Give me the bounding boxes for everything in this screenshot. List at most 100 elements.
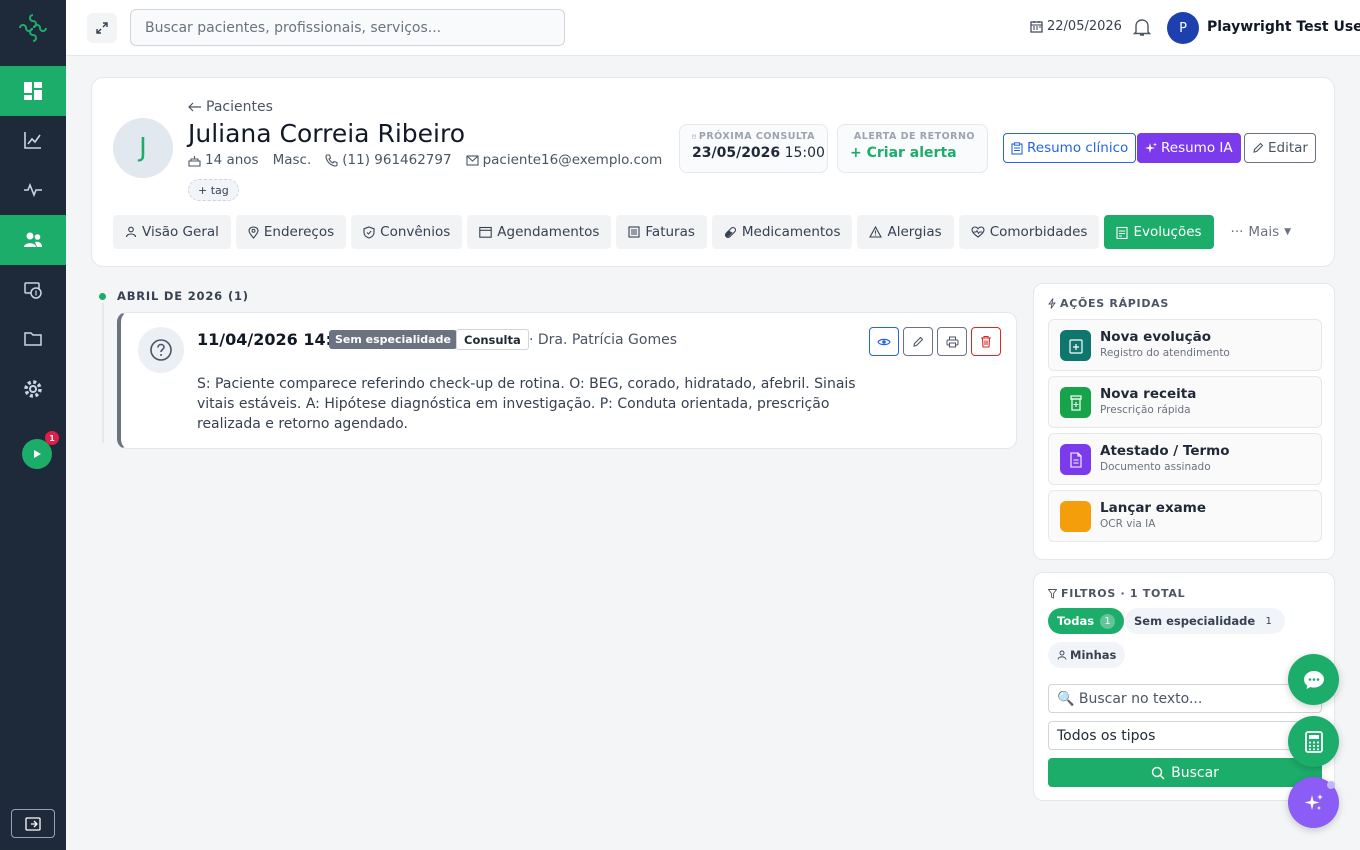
- view-entry-button[interactable]: [869, 327, 899, 356]
- edit-patient-button[interactable]: Editar: [1244, 133, 1316, 163]
- sidebar-item-activity[interactable]: [0, 165, 66, 215]
- quick-actions-title: AÇÕES RÁPIDAS: [1048, 297, 1169, 310]
- ellipsis-icon: ···: [1230, 224, 1244, 240]
- qa-subtitle: Documento assinado: [1100, 461, 1211, 473]
- type-select[interactable]: Todos os tipos: [1048, 721, 1322, 750]
- clinical-summary-button[interactable]: Resumo clínico: [1003, 133, 1137, 163]
- tab-visao-geral[interactable]: Visão Geral: [113, 215, 231, 249]
- notifications-button[interactable]: [1133, 17, 1151, 37]
- professional-name: · Dra. Patrícia Gomes: [529, 332, 678, 348]
- new-evolution-icon: [1060, 330, 1091, 361]
- gear-icon: [24, 380, 42, 398]
- sidebar-item-dashboard[interactable]: [0, 66, 66, 116]
- next-appt-label-row: PRÓXIMA CONSULTA: [692, 131, 815, 142]
- tab-comorbidades[interactable]: Comorbidades: [958, 215, 1100, 249]
- tab-label: Faturas: [645, 224, 695, 240]
- prescription-icon: [1060, 387, 1091, 418]
- tab-more[interactable]: ··· Mais ▼: [1219, 215, 1304, 249]
- envelope-icon: [466, 154, 479, 166]
- ai-assistant-fab[interactable]: [1288, 777, 1339, 828]
- sparkles-icon: [1145, 142, 1157, 153]
- print-entry-button[interactable]: [937, 327, 967, 356]
- document-icon: [1069, 451, 1082, 468]
- add-tag-button[interactable]: + tag: [188, 179, 239, 201]
- next-appointment-box[interactable]: PRÓXIMA CONSULTA 23/05/2026 15:00: [679, 124, 828, 173]
- collapse-sidebar-button[interactable]: [11, 809, 55, 838]
- sparkles-icon: [1304, 793, 1323, 810]
- age-text: 14 anos: [205, 152, 259, 168]
- delete-entry-button[interactable]: [971, 327, 1001, 356]
- patient-name: Juliana Correia Ribeiro: [188, 119, 465, 148]
- tab-agendamentos[interactable]: Agendamentos: [467, 215, 612, 249]
- type-badge: Consulta: [456, 329, 529, 350]
- pencil-icon: [1253, 142, 1264, 153]
- chip-label: Sem especialidade: [1134, 614, 1256, 628]
- calendar-icon: [479, 226, 493, 238]
- sidebar-item-finance[interactable]: [0, 265, 66, 315]
- email-text: paciente16@exemplo.com: [482, 152, 663, 168]
- bell-small-icon: [850, 136, 851, 137]
- qa-title: Lançar exame: [1100, 500, 1206, 516]
- month-header: ABRIL DE 2026 (1): [99, 289, 249, 303]
- tab-faturas[interactable]: Faturas: [616, 215, 707, 249]
- clinical-summary-label: Resumo clínico: [1027, 140, 1129, 156]
- exam-icon: [1060, 501, 1091, 532]
- users-icon: [24, 232, 42, 247]
- evolution-entry[interactable]: 11/04/2026 14:40 Sem especialidade Consu…: [117, 312, 1017, 449]
- pill-icon: [724, 226, 737, 239]
- certificate-action[interactable]: Atestado / Termo Documento assinado: [1048, 433, 1322, 485]
- search-button[interactable]: Buscar: [1048, 758, 1322, 787]
- filter-chip-no-specialty[interactable]: Sem especialidade 1: [1125, 608, 1286, 634]
- tab-label: Visão Geral: [142, 224, 219, 240]
- patient-meta: 14 anos Masc. (11) 961462797 paciente16@…: [188, 152, 676, 168]
- user-avatar[interactable]: P: [1167, 12, 1199, 44]
- sidebar-toggle-icon: [25, 816, 41, 831]
- chip-count: 1: [1100, 613, 1116, 629]
- printer-icon: [946, 336, 958, 347]
- sidebar-item-patients[interactable]: [0, 215, 66, 265]
- sidebar-item-folders[interactable]: [0, 314, 66, 364]
- pencil-icon: [913, 336, 924, 347]
- warning-icon: [869, 226, 883, 238]
- phone-text: (11) 961462797: [342, 152, 452, 168]
- fullscreen-button[interactable]: [87, 13, 117, 43]
- edit-label: Editar: [1268, 140, 1308, 156]
- pulse-icon: [24, 182, 42, 198]
- app-logo[interactable]: [0, 0, 66, 56]
- tab-enderecos[interactable]: Endereços: [235, 215, 347, 249]
- return-alert-label-row: ALERTA DE RETORNO: [850, 131, 975, 142]
- certificate-icon: [1060, 444, 1091, 475]
- return-alert-box: ALERTA DE RETORNO + Criar alerta: [837, 124, 988, 173]
- chat-fab[interactable]: [1288, 654, 1339, 705]
- filter-chip-all[interactable]: Todas 1: [1048, 608, 1125, 634]
- tab-evolucoes[interactable]: Evoluções: [1104, 215, 1214, 249]
- sidebar-item-settings[interactable]: [0, 364, 66, 414]
- sidebar-item-analytics[interactable]: [0, 115, 66, 165]
- launch-exam-action[interactable]: Lançar exame OCR via IA: [1048, 490, 1322, 542]
- patient-phone: (11) 961462797: [325, 152, 452, 168]
- calculator-fab[interactable]: [1288, 716, 1339, 767]
- tab-alergias[interactable]: Alergias: [857, 215, 954, 249]
- user-name[interactable]: Playwright Test User: [1207, 19, 1360, 35]
- global-search-input[interactable]: [130, 9, 565, 46]
- text-search-input[interactable]: [1048, 684, 1322, 713]
- current-date: 22/05/2026: [1030, 19, 1122, 34]
- new-evolution-action[interactable]: Nova evolução Registro do atendimento: [1048, 319, 1322, 371]
- calculator-icon: [1304, 730, 1323, 753]
- ai-summary-button[interactable]: Resumo IA: [1137, 133, 1241, 163]
- new-prescription-action[interactable]: Nova receita Prescrição rápida: [1048, 376, 1322, 428]
- bell-icon: [1133, 19, 1151, 36]
- tab-convenios[interactable]: Convênios: [351, 215, 463, 249]
- back-to-patients-link[interactable]: Pacientes: [188, 99, 273, 115]
- create-alert-link[interactable]: + Criar alerta: [850, 145, 975, 161]
- filter-chip-mine[interactable]: Minhas: [1048, 642, 1126, 668]
- filter-icon: [1048, 588, 1057, 599]
- quick-actions-title-text: AÇÕES RÁPIDAS: [1060, 297, 1170, 310]
- edit-entry-button[interactable]: [903, 327, 933, 356]
- date-text: 22/05/2026: [1047, 19, 1122, 34]
- chat-bubble-icon: [1303, 670, 1324, 689]
- ai-summary-label: Resumo IA: [1161, 140, 1233, 156]
- tab-medicamentos[interactable]: Medicamentos: [711, 215, 853, 249]
- filters-title: FILTROS · 1 TOTAL: [1048, 587, 1185, 600]
- expand-icon: [96, 22, 108, 34]
